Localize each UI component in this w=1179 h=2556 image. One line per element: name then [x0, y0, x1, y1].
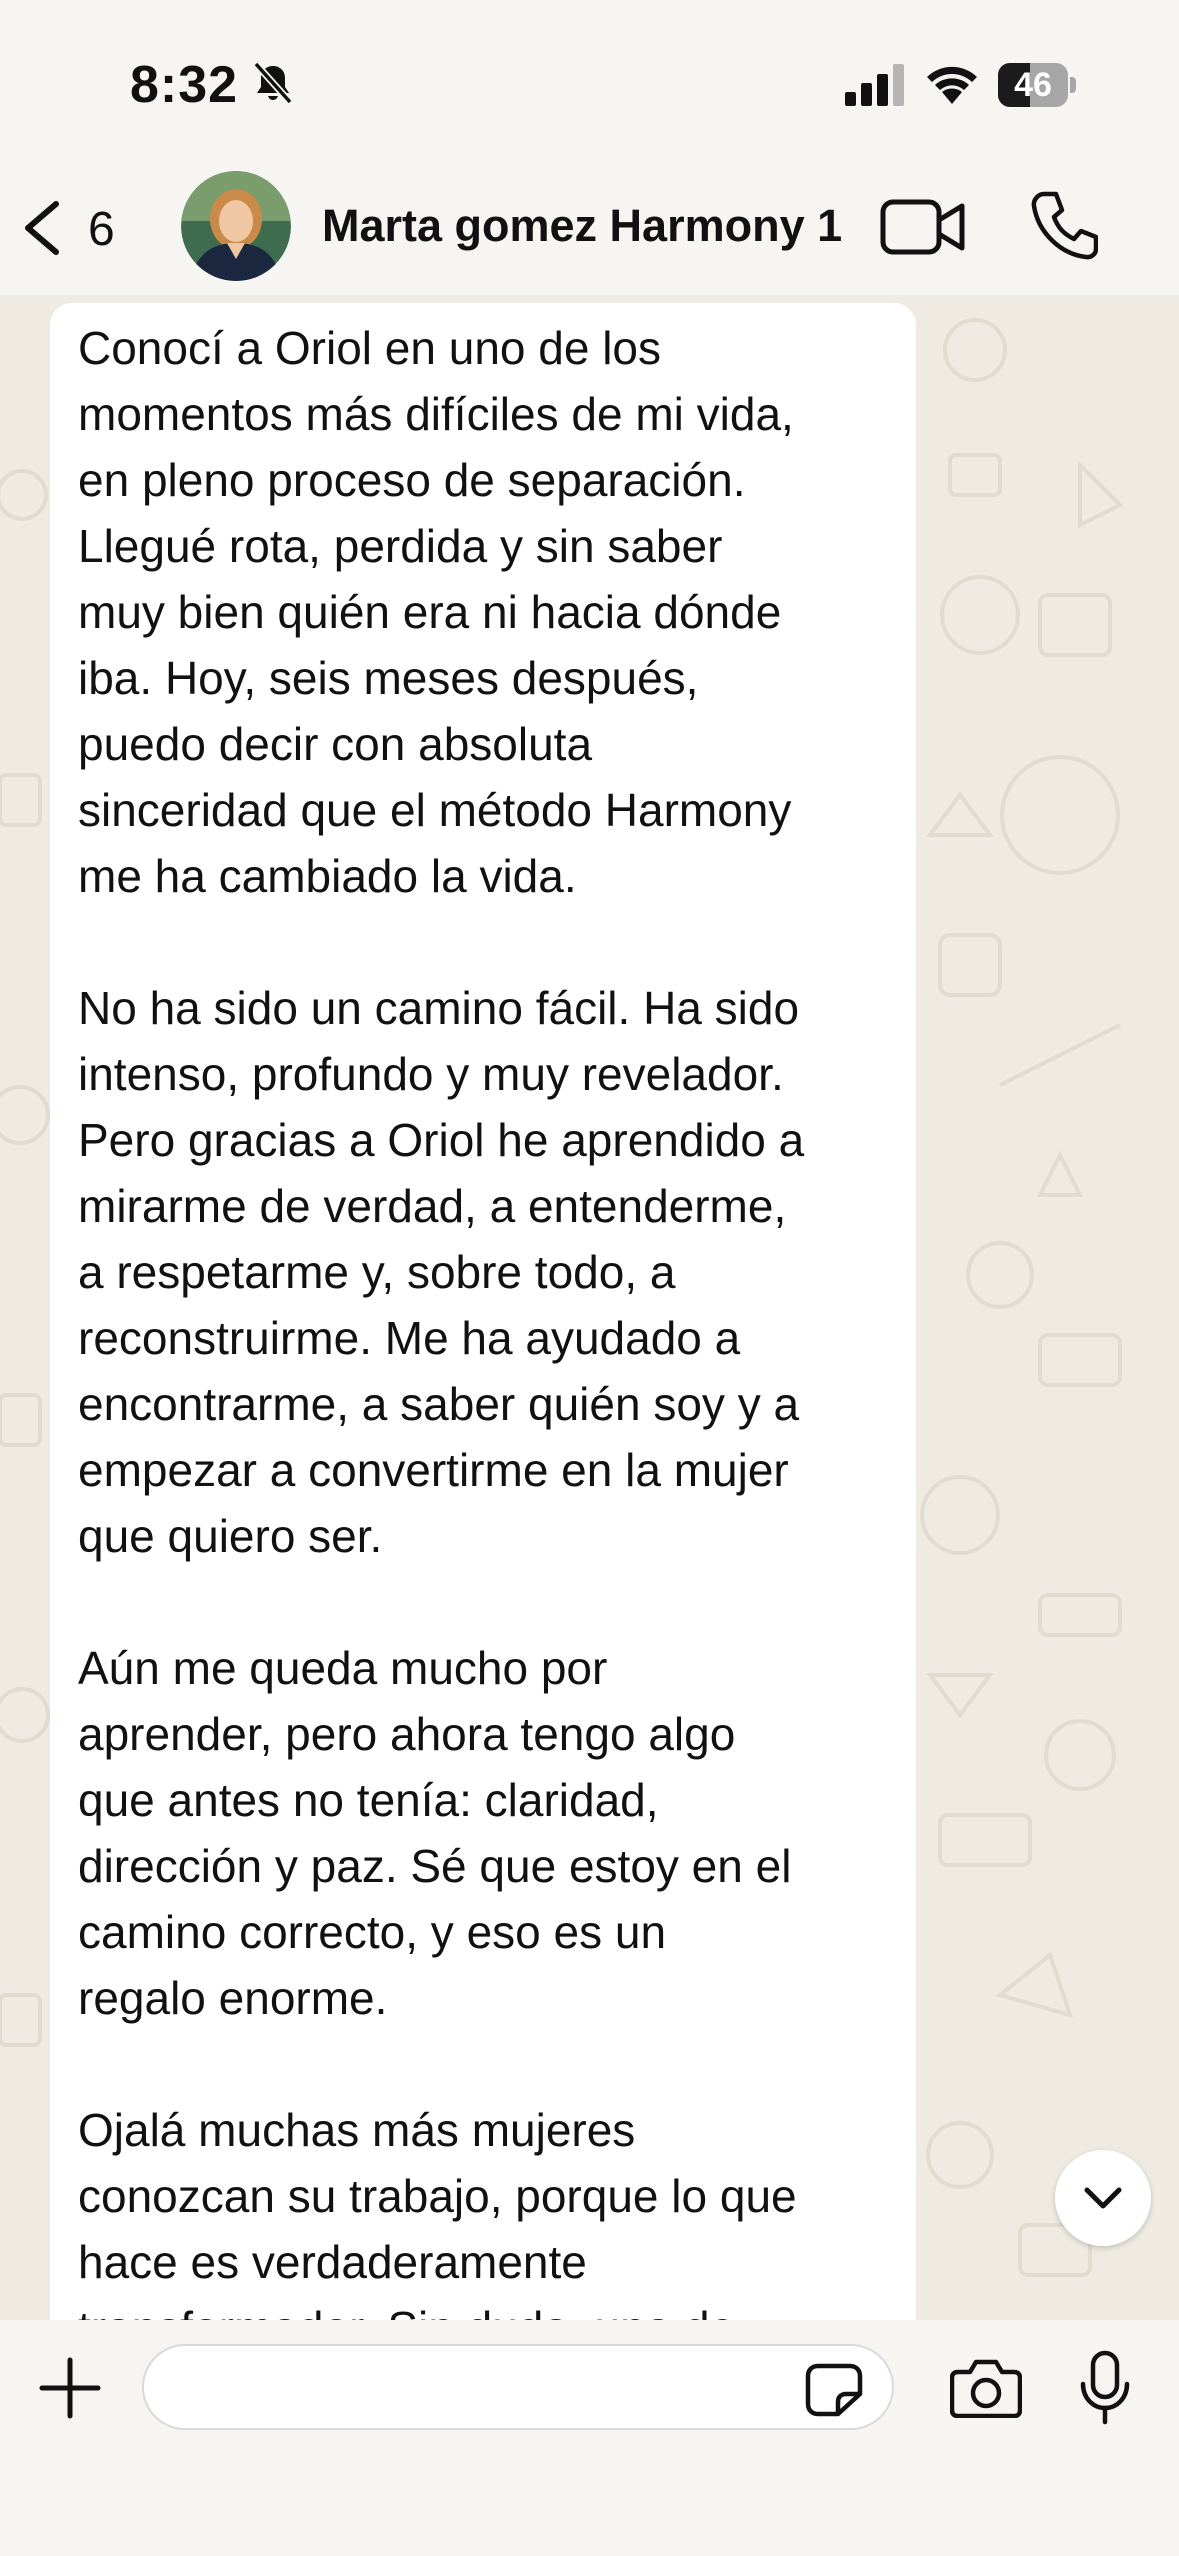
- scroll-to-bottom-button[interactable]: [1055, 2150, 1151, 2246]
- message-input-field[interactable]: [142, 2344, 894, 2430]
- input-bar: [0, 2320, 1179, 2556]
- status-bar: 8:32 46: [0, 0, 1179, 160]
- wifi-icon: [927, 66, 977, 104]
- chevron-down-icon: [1084, 2187, 1122, 2209]
- chevron-left-icon: [25, 201, 59, 255]
- bell-slash-icon: [253, 61, 293, 105]
- status-time: 8:32: [130, 56, 239, 114]
- video-call-icon[interactable]: [880, 196, 966, 258]
- cellular-signal-icon: [845, 64, 904, 106]
- message-bubble[interactable]: Conocí a Oriol en uno de los momentos má…: [50, 303, 916, 2320]
- sticker-icon[interactable]: [804, 2362, 864, 2418]
- chat-area[interactable]: Conocí a Oriol en uno de los momentos má…: [0, 295, 1179, 2320]
- phone-icon[interactable]: [1030, 190, 1098, 262]
- battery-icon: 46: [998, 63, 1076, 107]
- microphone-icon[interactable]: [1078, 2350, 1132, 2426]
- camera-icon[interactable]: [950, 2358, 1022, 2418]
- avatar[interactable]: [181, 171, 291, 281]
- unread-count: 6: [88, 203, 115, 256]
- plus-icon[interactable]: [38, 2356, 102, 2420]
- message-input[interactable]: [178, 2360, 822, 2418]
- back-button[interactable]: 6: [20, 196, 130, 260]
- battery-level: 46: [1014, 66, 1052, 104]
- message-text: Conocí a Oriol en uno de los momentos má…: [78, 322, 805, 2320]
- contact-name[interactable]: Marta gomez Harmony 1: [322, 200, 842, 252]
- chat-header: 6 Marta gomez Harmony 1: [0, 160, 1179, 295]
